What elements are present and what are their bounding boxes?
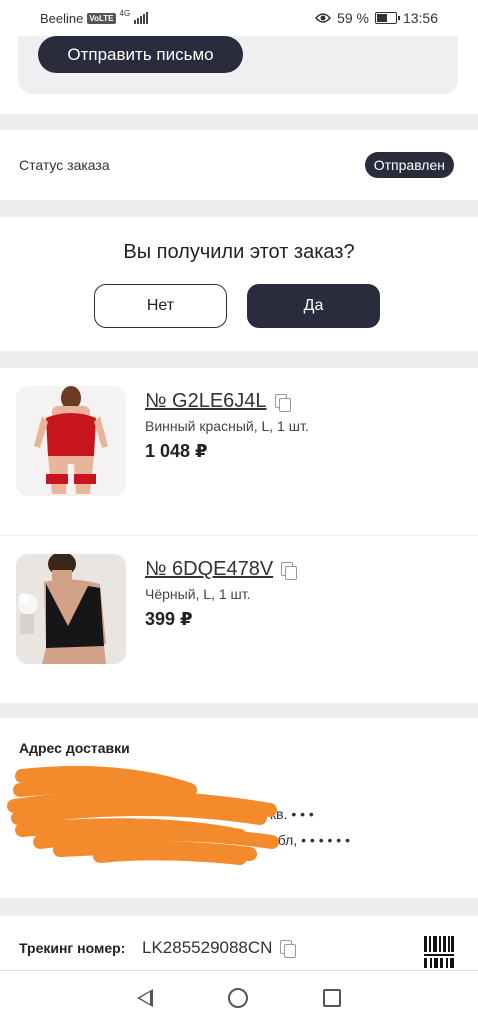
home-icon[interactable]: [227, 987, 248, 1008]
copy-icon[interactable]: [280, 940, 297, 958]
product-sku[interactable]: № 6DQE478V: [145, 558, 298, 581]
product-image[interactable]: [16, 554, 126, 664]
tracking-number[interactable]: LK285529088CN: [142, 938, 297, 958]
battery-icon: [374, 12, 400, 24]
product-sku-text[interactable]: № 6DQE478V: [145, 558, 273, 581]
battery-percent: 59 %: [337, 10, 369, 26]
volte-badge: VoLTE: [87, 12, 116, 24]
product-variant: Винный красный, L, 1 шт.: [145, 418, 309, 434]
yes-button[interactable]: Да: [247, 284, 380, 328]
recent-apps-icon[interactable]: [322, 988, 341, 1007]
order-status-row: Статус заказа Отправлен: [0, 130, 478, 200]
list-item[interactable]: № G2LE6J4L Винный красный, L, 1 шт. 1 04…: [0, 368, 478, 535]
product-variant: Чёрный, L, 1 шт.: [145, 586, 251, 602]
barcode-icon[interactable]: [424, 936, 454, 968]
delivery-address: Адрес доставки кв. • • • обл, • • • • • …: [0, 718, 478, 898]
send-letter-button[interactable]: Отправить письмо: [38, 36, 243, 73]
copy-icon[interactable]: [274, 393, 291, 412]
order-status-label: Статус заказа: [19, 157, 110, 173]
status-badge: Отправлен: [364, 152, 454, 178]
no-button[interactable]: Нет: [94, 284, 227, 328]
status-bar: Beeline VoLTE 4G 59 % 13:56: [0, 0, 478, 36]
status-bar-right: 59 % 13:56: [315, 10, 438, 26]
back-icon[interactable]: [137, 988, 154, 1007]
receipt-confirmation: Вы получили этот заказ? Нет Да: [0, 217, 478, 351]
signal-icon: [134, 12, 149, 24]
eye-icon: [315, 13, 332, 23]
status-bar-left: Beeline VoLTE 4G: [40, 8, 149, 26]
product-price: 1 048 ₽: [145, 441, 208, 461]
tracking-row: Трекинг номер: LK285529088CN: [0, 916, 478, 974]
receipt-question: Вы получили этот заказ?: [123, 241, 355, 263]
network-type: 4G: [119, 8, 131, 18]
clock: 13:56: [402, 10, 438, 26]
copy-icon[interactable]: [281, 561, 298, 580]
product-sku-text[interactable]: № G2LE6J4L: [145, 390, 267, 413]
list-item[interactable]: № 6DQE478V Чёрный, L, 1 шт. 399 ₽: [0, 536, 478, 703]
system-nav-bar: [0, 970, 478, 1024]
product-sku[interactable]: № G2LE6J4L: [145, 390, 291, 413]
product-price: 399 ₽: [145, 609, 193, 629]
tracking-number-text[interactable]: LK285529088CN: [142, 938, 272, 958]
redaction-scribble: [7, 766, 279, 865]
carrier-name: Beeline: [40, 10, 84, 26]
product-image[interactable]: [16, 386, 126, 496]
tracking-label: Трекинг номер:: [19, 940, 126, 956]
